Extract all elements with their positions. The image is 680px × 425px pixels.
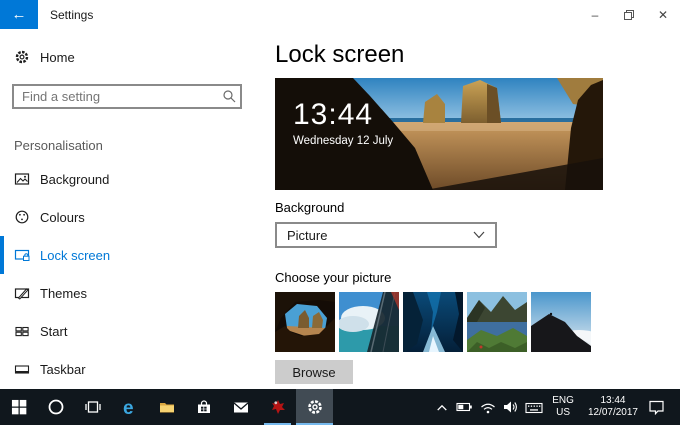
start-button[interactable]	[0, 389, 37, 425]
tray-date: 12/07/2017	[587, 407, 638, 418]
browse-button-label: Browse	[292, 364, 336, 380]
settings-window: ← Settings – ✕ Home Find a setting Perso…	[0, 0, 680, 425]
sidebar-item-lock-screen[interactable]: Lock screen	[0, 236, 270, 274]
svg-text:e: e	[123, 398, 134, 417]
store-button[interactable]	[185, 389, 222, 425]
language-line2: US	[556, 407, 571, 418]
sidebar-item-home[interactable]: Home	[0, 43, 270, 71]
beach-preview-image	[275, 78, 603, 190]
sidebar-item-colours[interactable]: Colours	[0, 198, 270, 236]
taskbar: e ENG US 13:44 12/07/2017	[0, 389, 680, 425]
task-view-button[interactable]	[74, 389, 111, 425]
background-label: Background	[275, 200, 345, 215]
search-box	[12, 84, 242, 109]
folder-icon	[159, 403, 174, 413]
background-picture-icon	[14, 173, 30, 185]
background-dropdown-value: Picture	[287, 227, 328, 243]
red-app-icon	[271, 400, 285, 414]
background-dropdown[interactable]: Picture	[275, 222, 497, 248]
tray-expand-button[interactable]	[430, 389, 453, 425]
cortana-search-button[interactable]	[37, 389, 74, 425]
lock-screen-preview: 13:44 Wednesday 12 July	[275, 78, 603, 190]
battery-status[interactable]	[453, 389, 476, 425]
action-center-icon	[649, 400, 664, 415]
mail-envelope-icon	[233, 402, 248, 413]
main-content: Lock screen 13:44 Wednesday 12 July Back…	[275, 29, 680, 389]
red-app-button[interactable]	[259, 389, 296, 425]
language-line1: ENG	[552, 394, 574, 406]
tray-time: 13:44	[600, 394, 626, 406]
choose-picture-label: Choose your picture	[275, 270, 392, 285]
touch-keyboard-button[interactable]	[522, 389, 545, 425]
browse-button[interactable]: Browse	[275, 360, 353, 384]
task-view-icon	[84, 401, 101, 413]
lock-screen-icon	[14, 249, 30, 261]
close-button[interactable]: ✕	[646, 0, 680, 29]
store-bag-icon	[197, 400, 210, 413]
sidebar-item-label: Background	[40, 171, 110, 187]
wifi-status[interactable]	[476, 389, 499, 425]
clock-indicator[interactable]: 13:44 12/07/2017	[581, 395, 645, 420]
search-input[interactable]	[12, 84, 242, 109]
sidebar-item-label: Lock screen	[40, 247, 111, 263]
back-arrow-icon: ←	[11, 6, 27, 23]
themes-icon	[14, 288, 30, 300]
edge-icon: e	[123, 398, 134, 417]
thumbnail-ridge-above-clouds[interactable]	[531, 292, 591, 352]
thumbnail-beach-cave-arch[interactable]	[275, 292, 335, 352]
back-button[interactable]: ←	[0, 0, 38, 29]
sidebar: Home Personalisation Background	[0, 29, 270, 389]
gear-icon	[15, 50, 29, 64]
volume-status[interactable]	[499, 389, 522, 425]
mail-button[interactable]	[222, 389, 259, 425]
restore-button[interactable]	[612, 0, 646, 29]
chevron-down-icon	[473, 231, 485, 239]
minimize-button[interactable]: –	[578, 0, 612, 29]
battery-icon	[456, 402, 473, 412]
window-title: Settings	[50, 7, 94, 22]
action-center-button[interactable]	[645, 389, 668, 425]
section-header: Personalisation	[14, 138, 103, 153]
thumbnail-ice-cave[interactable]	[403, 292, 463, 352]
sidebar-item-label: Start	[40, 323, 68, 339]
colours-palette-icon	[15, 210, 29, 224]
sidebar-item-taskbar[interactable]: Taskbar	[0, 350, 270, 388]
taskbar-left: e	[0, 389, 333, 425]
file-explorer-button[interactable]	[148, 389, 185, 425]
system-tray: ENG US 13:44 12/07/2017	[430, 389, 680, 425]
sidebar-item-label: Themes	[40, 285, 87, 301]
thumbnail-mountain-lake[interactable]	[467, 292, 527, 352]
page-title: Lock screen	[275, 41, 405, 68]
edge-browser-button[interactable]: e	[111, 389, 148, 425]
cortana-circle-icon	[48, 399, 63, 415]
minimize-icon: –	[591, 7, 599, 22]
settings-app-button[interactable]	[296, 389, 333, 425]
sidebar-item-label: Taskbar	[40, 361, 86, 377]
start-tiles-icon	[15, 326, 29, 337]
restore-icon	[624, 9, 634, 20]
taskbar-icon	[14, 365, 30, 374]
search-icon[interactable]	[222, 89, 236, 103]
language-indicator[interactable]: ENG US	[545, 395, 581, 420]
keyboard-icon	[525, 402, 543, 413]
close-icon: ✕	[657, 7, 669, 22]
settings-gear-icon	[307, 400, 322, 414]
titlebar: ← Settings – ✕	[0, 0, 680, 29]
picture-thumbnails	[275, 292, 591, 352]
wifi-icon	[480, 403, 495, 413]
sidebar-item-label: Home	[40, 49, 75, 65]
chevron-up-icon	[437, 404, 447, 411]
sidebar-item-start[interactable]: Start	[0, 312, 270, 350]
windows-logo-icon	[11, 399, 26, 415]
window-controls: – ✕	[578, 0, 680, 29]
sidebar-item-background[interactable]: Background	[0, 160, 270, 198]
sidebar-item-themes[interactable]: Themes	[0, 274, 270, 312]
thumbnail-sky-glass-building[interactable]	[339, 292, 399, 352]
speaker-icon	[503, 401, 517, 413]
sidebar-item-label: Colours	[40, 209, 85, 225]
